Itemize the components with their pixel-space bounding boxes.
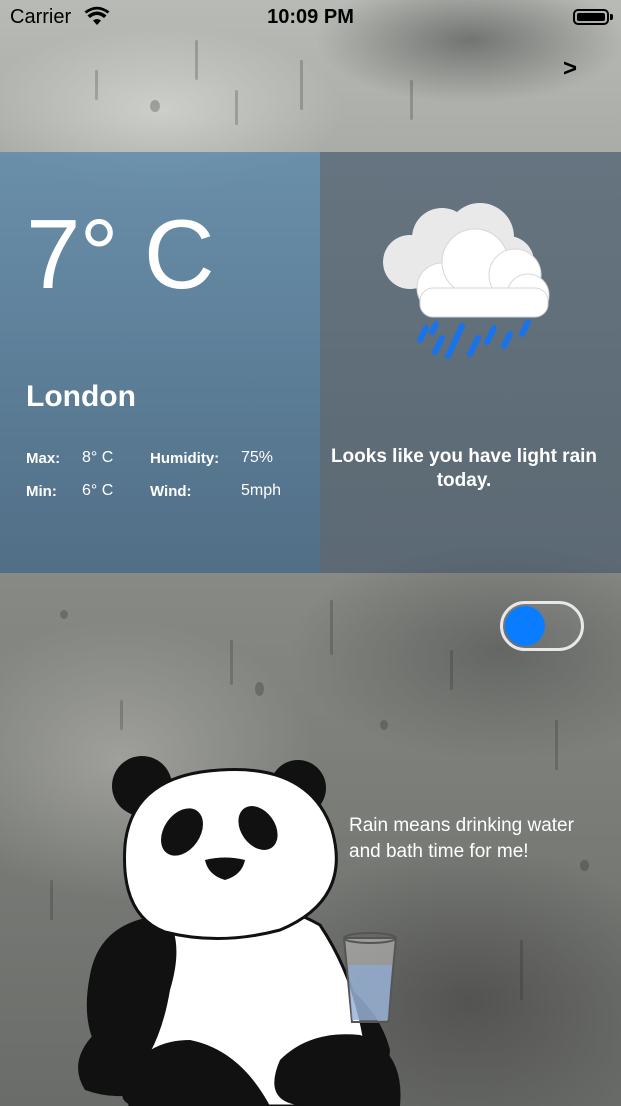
rain-streak [195, 40, 198, 80]
max-label: Max: [26, 450, 61, 467]
temperature-value: 7° C [26, 199, 215, 309]
rain-streak [330, 600, 333, 655]
next-button[interactable]: > [563, 55, 577, 83]
rain-streak [120, 700, 123, 730]
status-bar: Carrier 10:09 PM [0, 0, 621, 34]
rain-drop [255, 682, 264, 696]
panda-illustration [78, 756, 401, 1106]
wind-label: Wind: [150, 483, 192, 500]
clock: 10:09 PM [267, 6, 354, 28]
rain-streak [230, 640, 233, 685]
panda-message: Rain means drinking water and bath time … [349, 815, 574, 862]
rain-streak [95, 70, 98, 100]
rain-drop [60, 610, 68, 619]
rain-drop [380, 720, 388, 730]
battery-icon [573, 9, 609, 25]
toggle-knob [505, 606, 545, 646]
min-label: Min: [26, 483, 57, 500]
cloud-rain-icon [383, 203, 550, 359]
min-value: 6° C [82, 482, 114, 499]
rain-streak [410, 80, 413, 120]
theme-toggle[interactable] [500, 601, 584, 651]
battery-tip [610, 14, 613, 20]
city-name: London [26, 380, 136, 413]
rain-streak [555, 720, 558, 770]
rain-drop [150, 100, 160, 112]
rain-streak [235, 90, 238, 125]
max-value: 8° C [82, 449, 114, 466]
humidity-value: 75% [241, 449, 274, 466]
rain-streak [520, 940, 523, 1000]
wind-value: 5mph [241, 482, 282, 499]
water-glass [342, 932, 398, 1023]
rain-streak [50, 880, 53, 920]
humidity-label: Humidity: [150, 450, 220, 467]
rain-streak [450, 650, 453, 690]
weather-description: Looks like you have light rain today. [330, 446, 598, 491]
rain-streak [300, 60, 303, 110]
